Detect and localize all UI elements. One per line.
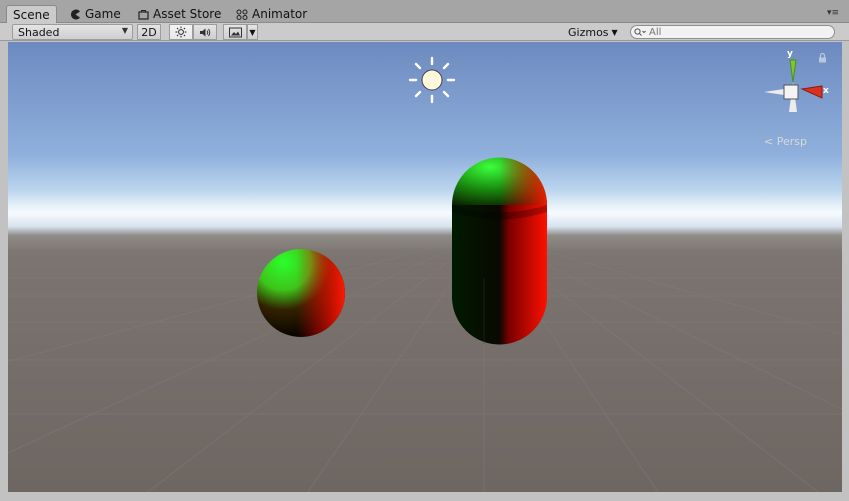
dropdown-arrow-icon: ▼ (249, 27, 256, 37)
scene-toolbar: Shaded ▼ 2D ▼ Gizmos ▼ (0, 23, 849, 41)
tab-scene-label: Scene (13, 8, 50, 22)
tab-scene[interactable]: Scene (6, 5, 57, 24)
window-tab-bar: Scene Game Asset Store Animator ▾≡ (0, 0, 849, 24)
directional-light-gizmo[interactable] (408, 56, 456, 104)
tab-asset-store[interactable]: Asset Store (132, 5, 227, 23)
gizmos-dropdown[interactable]: Gizmos ▼ (568, 24, 618, 40)
draw-mode-dropdown[interactable]: Shaded ▼ (12, 24, 133, 40)
draw-mode-label: Shaded (18, 25, 60, 39)
animator-icon (236, 9, 248, 20)
tab-animator[interactable]: Animator (230, 5, 313, 23)
scene-viewport[interactable]: y x < Persp (8, 42, 842, 492)
dropdown-arrow-icon: ▼ (611, 27, 618, 37)
image-effects-icon (228, 27, 242, 37)
dropdown-arrow-icon: ▼ (121, 26, 128, 35)
effects-dropdown-button[interactable]: ▼ (247, 24, 258, 40)
capsule-object[interactable] (452, 157, 547, 345)
ground-grid (8, 232, 842, 492)
shopping-bag-icon (138, 9, 149, 20)
scene-effects-toggle[interactable] (223, 24, 247, 40)
gizmos-label: Gizmos (568, 25, 609, 39)
tab-asset-store-label: Asset Store (153, 7, 222, 21)
panel-menu-icon[interactable]: ▾≡ (827, 8, 839, 18)
speaker-icon (199, 28, 210, 36)
axis-x-label: x (823, 86, 829, 96)
pacman-icon (71, 9, 80, 19)
lock-icon[interactable] (818, 53, 827, 63)
axis-y-label: y (787, 49, 793, 59)
scene-render (8, 56, 842, 492)
tab-game[interactable]: Game (64, 5, 127, 23)
2d-toggle-button[interactable]: 2D (137, 24, 161, 40)
sun-icon (175, 26, 187, 38)
hierarchy-search[interactable] (630, 25, 835, 39)
search-input[interactable] (649, 26, 829, 38)
scene-audio-toggle[interactable] (193, 24, 217, 40)
search-icon (634, 27, 646, 36)
sphere-object[interactable] (257, 249, 345, 337)
tab-animator-label: Animator (252, 7, 308, 21)
tab-game-label: Game (85, 7, 121, 21)
2d-label: 2D (141, 25, 157, 39)
projection-toggle[interactable]: < Persp (764, 135, 807, 148)
scene-lighting-toggle[interactable] (169, 24, 193, 40)
